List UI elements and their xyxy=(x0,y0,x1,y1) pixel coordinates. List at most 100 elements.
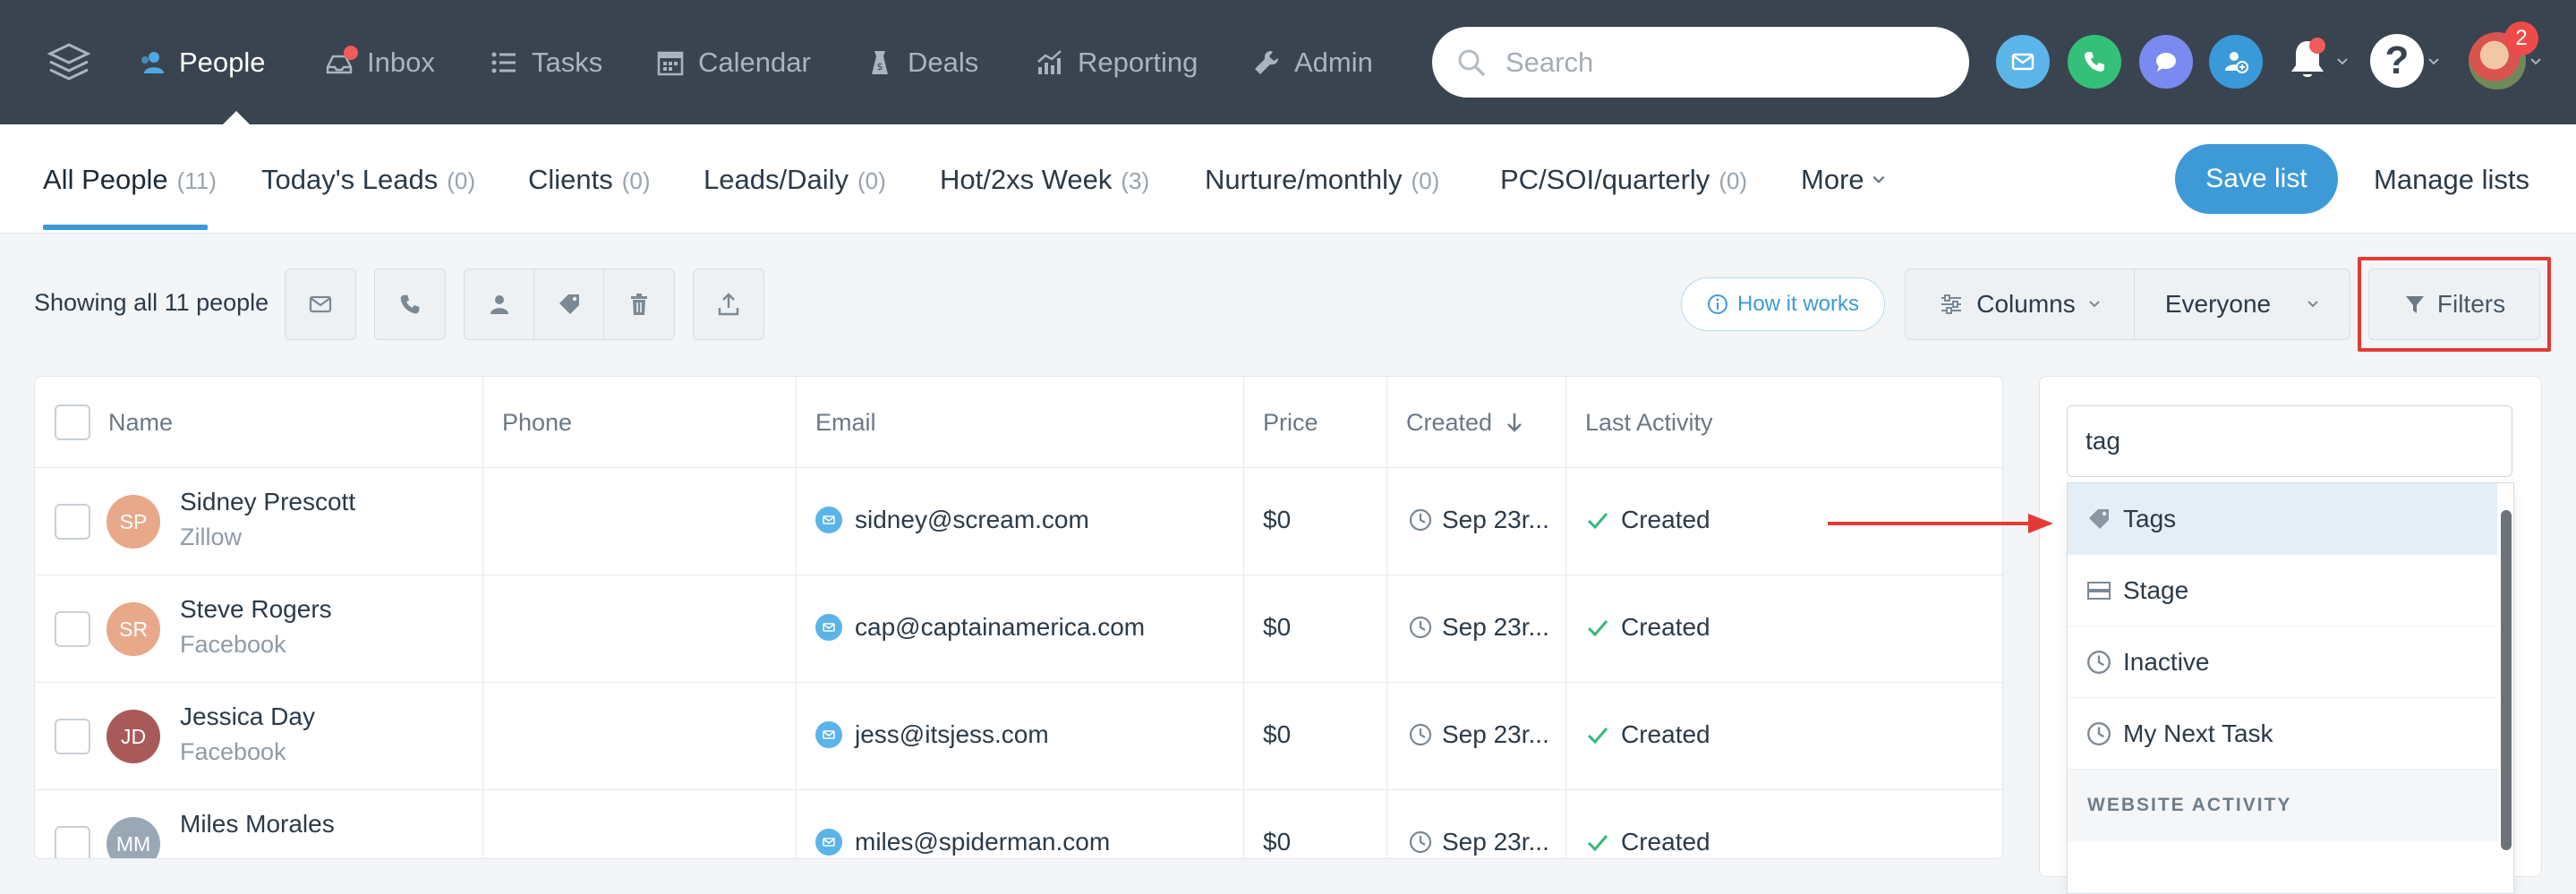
person-name[interactable]: Sidney Prescott xyxy=(180,488,355,516)
text-quick-button[interactable] xyxy=(2139,35,2193,89)
filter-option-inactive[interactable]: Inactive xyxy=(2068,626,2497,698)
manage-lists-link[interactable]: Manage lists xyxy=(2374,164,2529,196)
more-lists-menu[interactable]: More xyxy=(1801,164,1886,196)
table-row[interactable]: SP Sidney Prescott Zillow sidney@scream.… xyxy=(35,468,2002,575)
column-header-price[interactable]: Price xyxy=(1263,377,1318,468)
column-header-name[interactable]: Name xyxy=(108,377,173,468)
chevron-down-icon[interactable] xyxy=(2529,55,2542,68)
email-cell[interactable]: cap@captainamerica.com xyxy=(815,613,1145,642)
bulk-email-button[interactable] xyxy=(285,268,356,340)
column-header-phone[interactable]: Phone xyxy=(502,377,572,468)
activity-value: Created xyxy=(1621,828,1710,856)
save-list-button[interactable]: Save list xyxy=(2175,144,2338,214)
table-row[interactable]: JD Jessica Day Facebook jess@itsjess.com… xyxy=(35,683,2002,790)
column-header-created[interactable]: Created xyxy=(1406,377,1524,468)
tab-clients[interactable]: Clients (0) xyxy=(528,164,651,196)
row-checkbox[interactable] xyxy=(55,719,90,754)
person-source: Facebook xyxy=(180,738,286,765)
everyone-label: Everyone xyxy=(2164,290,2272,318)
filter-suggestions-dropdown: Tags Stage Inactive My Next Task WEBSITE… xyxy=(2067,482,2514,894)
clock-icon xyxy=(1409,616,1432,639)
activity-cell: Created xyxy=(1585,506,1710,534)
select-all-checkbox[interactable] xyxy=(55,404,90,440)
tab-count: (0) xyxy=(857,167,886,194)
envelope-icon xyxy=(815,507,842,533)
filter-option-my-next-task[interactable]: My Next Task xyxy=(2068,698,2497,770)
avatar: JD xyxy=(107,710,160,763)
nav-calendar[interactable]: Calendar xyxy=(655,39,811,86)
person-name[interactable]: Jessica Day xyxy=(180,702,315,731)
bulk-call-button[interactable] xyxy=(374,268,446,340)
person-name[interactable]: Miles Morales xyxy=(180,810,335,839)
created-cell: Sep 23r... xyxy=(1408,828,1549,856)
tab-nurture-monthly[interactable]: Nurture/monthly (0) xyxy=(1205,164,1439,196)
bulk-tag-button[interactable] xyxy=(534,269,604,339)
how-it-works-button[interactable]: How it works xyxy=(1681,277,1885,331)
filter-option-label: My Next Task xyxy=(2123,719,2273,747)
global-search[interactable] xyxy=(1432,27,1969,98)
row-checkbox[interactable] xyxy=(55,504,90,540)
add-contact-button[interactable] xyxy=(2209,35,2263,89)
tab-pc-soi-quarterly[interactable]: PC/SOI/quarterly (0) xyxy=(1500,164,1747,196)
search-input[interactable] xyxy=(1506,46,1935,79)
email-cell[interactable]: miles@spiderman.com xyxy=(815,828,1110,856)
tab-count: (0) xyxy=(1719,167,1748,194)
dropdown-scrollbar[interactable] xyxy=(2501,510,2512,850)
person-name[interactable]: Steve Rogers xyxy=(180,595,332,624)
table-row[interactable]: MM Miles Morales miles@spiderman.com $0 … xyxy=(35,790,2002,858)
table-header: Name Phone Email Price Created Last Acti… xyxy=(35,377,2002,468)
chevron-down-icon xyxy=(2307,301,2318,308)
price-value: $0 xyxy=(1263,720,1292,748)
column-header-email[interactable]: Email xyxy=(815,377,876,468)
email-cell[interactable]: sidney@scream.com xyxy=(815,506,1089,534)
created-value: Sep 23r... xyxy=(1442,828,1549,856)
phone-icon xyxy=(2085,52,2104,72)
call-quick-button[interactable] xyxy=(2068,35,2121,89)
price-value: $0 xyxy=(1263,613,1292,641)
reporting-icon xyxy=(1035,47,1065,78)
row-checkbox[interactable] xyxy=(55,611,90,647)
nav-inbox[interactable]: Inbox xyxy=(324,39,435,86)
price-value: $0 xyxy=(1263,506,1292,533)
tab-hot-2xs-week[interactable]: Hot/2xs Week (3) xyxy=(940,164,1149,196)
assign-agent-button[interactable] xyxy=(465,269,534,339)
help-button[interactable]: ? xyxy=(2370,34,2424,88)
avatar: MM xyxy=(107,817,160,858)
clock-icon xyxy=(1409,830,1432,854)
clock-icon xyxy=(1409,723,1432,746)
people-table: Name Phone Email Price Created Last Acti… xyxy=(34,376,2003,859)
tab-all-people[interactable]: All People (11) xyxy=(43,164,217,196)
chevron-down-icon[interactable] xyxy=(2336,55,2349,68)
app-logo-icon[interactable] xyxy=(47,39,91,84)
table-row[interactable]: SR Steve Rogers Facebook cap@captainamer… xyxy=(35,575,2002,683)
notifications-bell-icon[interactable] xyxy=(2281,34,2334,88)
email-cell[interactable]: jess@itsjess.com xyxy=(815,720,1049,749)
nav-deals[interactable]: $ Deals xyxy=(865,39,978,86)
nav-tasks-label: Tasks xyxy=(532,47,603,78)
filter-option-tags[interactable]: Tags xyxy=(2068,483,2497,555)
search-icon xyxy=(1458,49,1486,76)
column-header-last-activity[interactable]: Last Activity xyxy=(1585,377,1713,468)
export-button[interactable] xyxy=(693,268,764,340)
nav-admin[interactable]: Admin xyxy=(1251,39,1373,86)
people-count-text: Showing all 11 people xyxy=(34,289,269,316)
info-icon xyxy=(1707,294,1727,314)
email-value: sidney@scream.com xyxy=(855,506,1089,533)
filter-search-input[interactable] xyxy=(2067,405,2512,477)
nav-reporting[interactable]: Reporting xyxy=(1035,39,1198,86)
columns-dropdown[interactable]: Columns xyxy=(1906,269,2135,339)
people-icon xyxy=(136,47,166,78)
calendar-icon xyxy=(655,47,686,78)
nav-people-label: People xyxy=(179,47,266,78)
tab-todays-leads[interactable]: Today's Leads (0) xyxy=(261,164,475,196)
nav-tasks[interactable]: Tasks xyxy=(489,39,602,86)
bulk-delete-button[interactable] xyxy=(604,269,674,339)
row-checkbox[interactable] xyxy=(55,826,90,858)
chevron-down-icon[interactable] xyxy=(2427,55,2440,68)
nav-people[interactable]: People xyxy=(136,39,266,86)
tab-leads-daily[interactable]: Leads/Daily (0) xyxy=(704,164,886,196)
email-quick-button[interactable] xyxy=(1996,35,2050,89)
active-nav-indicator xyxy=(222,111,251,125)
filter-option-stage[interactable]: Stage xyxy=(2068,555,2497,626)
everyone-dropdown[interactable]: Everyone xyxy=(2135,269,2350,339)
